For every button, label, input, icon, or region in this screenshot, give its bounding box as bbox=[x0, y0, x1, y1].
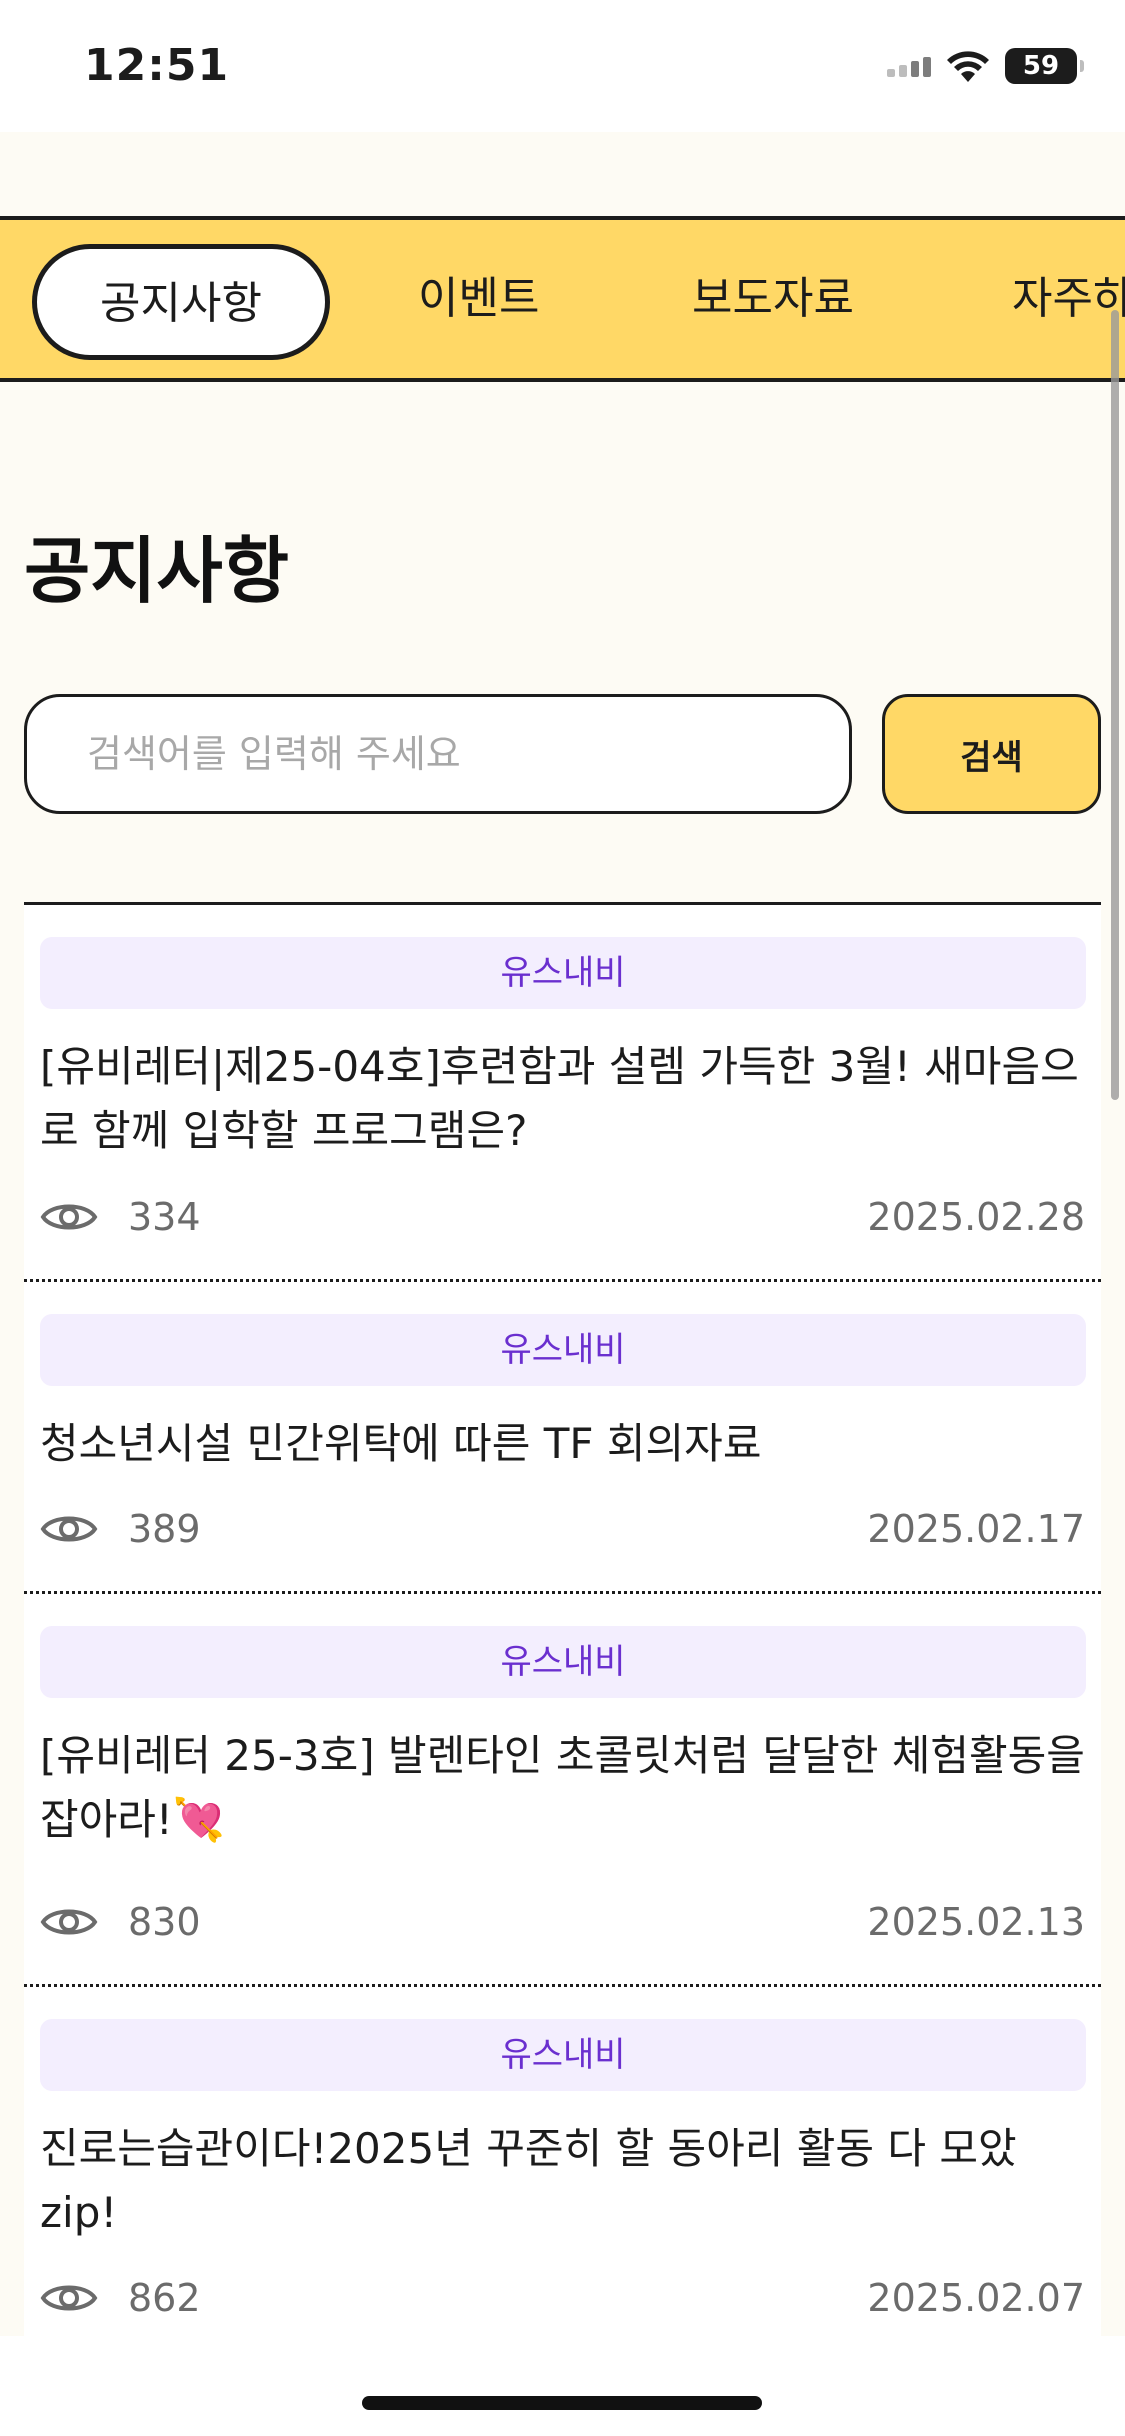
status-time: 12:51 bbox=[84, 40, 230, 91]
status-icons: 59 bbox=[887, 48, 1084, 84]
notice-title[interactable]: 진로는습관이다!2025년 꾸준히 할 동아리 활동 다 모았zip! bbox=[40, 2117, 1090, 2245]
notice-meta: 830 2025.02.13 bbox=[40, 1900, 1085, 1944]
search-button[interactable]: 검색 bbox=[882, 694, 1101, 814]
notice-title[interactable]: [유비레터 25-3호] 발렌타인 초콜릿처럼 달달한 체험활동을 잡아라!💘 bbox=[40, 1724, 1090, 1852]
notice-meta: 862 2025.02.07 bbox=[40, 2276, 1085, 2320]
tab-notices[interactable]: 공지사항 bbox=[32, 244, 330, 360]
notice-date: 2025.02.17 bbox=[867, 1507, 1085, 1551]
view-count: 862 bbox=[128, 2276, 201, 2320]
eye-icon bbox=[40, 1909, 98, 1935]
view-count: 389 bbox=[128, 1507, 201, 1551]
notice-title[interactable]: 청소년시설 민간위탁에 따른 TF 회의자료 bbox=[40, 1412, 1090, 1476]
list-item[interactable]: 유스내비 [유비레터|제25-04호]후련함과 설렘 가득한 3월! 새마음으로… bbox=[24, 905, 1101, 1282]
category-badge: 유스내비 bbox=[40, 2019, 1086, 2091]
notice-meta: 389 2025.02.17 bbox=[40, 1507, 1085, 1551]
scrollbar[interactable] bbox=[1111, 310, 1119, 1100]
eye-icon bbox=[40, 1516, 98, 1542]
list-item[interactable]: 유스내비 진로는습관이다!2025년 꾸준히 할 동아리 활동 다 모았zip!… bbox=[24, 1987, 1101, 2336]
cellular-signal-icon bbox=[887, 55, 931, 77]
notice-list: 유스내비 [유비레터|제25-04호]후련함과 설렘 가득한 3월! 새마음으로… bbox=[24, 905, 1101, 2336]
category-badge: 유스내비 bbox=[40, 937, 1086, 1009]
view-count: 334 bbox=[128, 1195, 201, 1239]
view-count: 830 bbox=[128, 1900, 201, 1944]
notice-date: 2025.02.13 bbox=[867, 1900, 1085, 1944]
notice-date: 2025.02.07 bbox=[867, 2276, 1085, 2320]
page-title: 공지사항 bbox=[24, 529, 289, 613]
eye-icon bbox=[40, 1204, 98, 1230]
notice-meta: 334 2025.02.28 bbox=[40, 1195, 1085, 1239]
battery-icon: 59 bbox=[1005, 48, 1084, 84]
notice-title[interactable]: [유비레터|제25-04호]후련함과 설렘 가득한 3월! 새마음으로 함께 입… bbox=[40, 1035, 1090, 1163]
eye-icon bbox=[40, 2285, 98, 2311]
tab-faq[interactable]: 자주하 bbox=[1012, 244, 1125, 360]
wifi-icon bbox=[947, 51, 989, 82]
tab-events[interactable]: 이벤트 bbox=[418, 244, 539, 360]
category-badge: 유스내비 bbox=[40, 1626, 1086, 1698]
list-item[interactable]: 유스내비 청소년시설 민간위탁에 따른 TF 회의자료 389 2025.02.… bbox=[24, 1282, 1101, 1594]
bottom-safe-area bbox=[0, 2336, 1125, 2436]
notice-date: 2025.02.28 bbox=[867, 1195, 1085, 1239]
home-indicator[interactable] bbox=[362, 2396, 762, 2410]
list-item[interactable]: 유스내비 [유비레터 25-3호] 발렌타인 초콜릿처럼 달달한 체험활동을 잡… bbox=[24, 1594, 1101, 1987]
category-badge: 유스내비 bbox=[40, 1314, 1086, 1386]
tab-press-releases[interactable]: 보도자료 bbox=[692, 244, 854, 360]
status-bar: 12:51 59 bbox=[0, 0, 1125, 132]
search-input[interactable] bbox=[24, 694, 852, 814]
category-tab-bar[interactable]: 공지사항 이벤트 보도자료 자주하 bbox=[0, 216, 1125, 382]
